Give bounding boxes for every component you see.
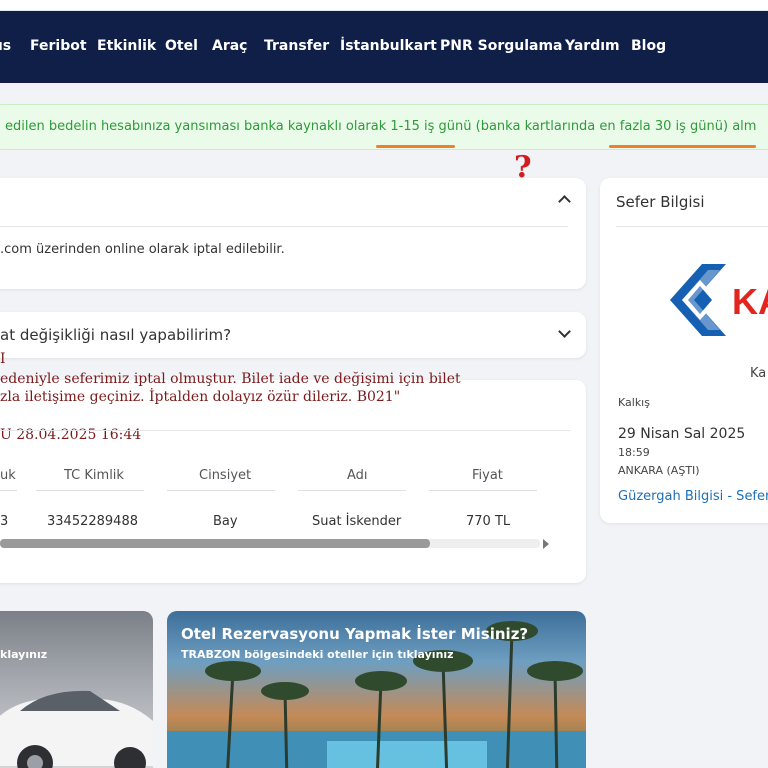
hotel-promo-subtitle: TRABZON bölgesindeki oteller için tıklay… — [181, 648, 454, 661]
faq-card-change[interactable]: at değişikliği nasıl yapabilirim? — [0, 312, 586, 358]
card-divider — [0, 226, 568, 227]
main-navbar: ıs Feribot Etkinlik Otel Araç Transfer İ… — [0, 11, 768, 83]
nav-item-blog[interactable]: Blog — [631, 38, 666, 54]
nav-item-feribot[interactable]: Feribot — [30, 38, 87, 54]
nav-item-arac[interactable]: Araç — [212, 38, 248, 54]
cancel-message-line: edeniyle seferimiz iptal olmuştur. Bilet… — [0, 371, 461, 387]
table-header-tc-kimlik: TC Kimlik — [64, 468, 124, 483]
departure-label: Kalkış — [618, 396, 650, 409]
car-image — [0, 690, 153, 768]
table-header-underline — [0, 490, 17, 491]
departure-time: 18:59 — [618, 446, 650, 459]
bus-company-logo: KA — [670, 264, 768, 336]
table-header-underline — [429, 490, 537, 491]
nav-item-partial[interactable]: ıs — [0, 38, 11, 54]
nav-item-yardim[interactable]: Yardım — [565, 38, 620, 54]
table-cell-cinsiyet: Bay — [213, 514, 238, 529]
faq-question-text: at değişikliği nasıl yapabilirim? — [0, 326, 232, 344]
car-rental-promo[interactable]: klayınız — [0, 611, 153, 768]
hotel-promo-title: Otel Rezervasyonu Yapmak İster Misiniz? — [181, 625, 529, 643]
bus-company-name: Ka — [750, 366, 767, 381]
trip-info-title: Sefer Bilgisi — [616, 193, 705, 211]
route-info-link[interactable]: Güzergah Bilgisi - Sefer — [618, 489, 768, 504]
table-header-adi: Adı — [347, 468, 368, 483]
car-promo-subtitle: klayınız — [0, 648, 48, 661]
faq-card-cancel: .com üzerinden online olarak iptal edile… — [0, 178, 586, 289]
cancel-message-line: zla iletişime geçiniz. İptalden dolayız … — [0, 389, 401, 405]
table-header-cinsiyet: Cinsiyet — [199, 468, 252, 483]
table-header-underline — [167, 490, 275, 491]
top-strip — [0, 0, 768, 11]
table-cell-fiyat: 770 TL — [466, 514, 511, 529]
table-divider — [0, 430, 570, 431]
table-header-fiyat: Fiyat — [472, 468, 503, 483]
highlight-underline — [376, 145, 455, 148]
trip-info-card: Sefer Bilgisi KA Ka Kalkış 29 Nisan Sal … — [600, 178, 768, 523]
nav-item-etkinlik[interactable]: Etkinlik — [97, 38, 156, 54]
table-scrollbar-thumb[interactable] — [0, 539, 430, 548]
departure-date: 29 Nisan Sal 2025 — [618, 426, 746, 442]
table-header-underline — [298, 490, 406, 491]
nav-item-istanbulkart[interactable]: İstanbulkart — [340, 38, 437, 54]
table-cell-adi: Suat İskender — [312, 514, 402, 529]
table-header-partial: uk — [0, 468, 16, 483]
scroll-right-arrow-icon[interactable] — [543, 539, 549, 549]
svg-text:KA: KA — [732, 281, 768, 322]
nav-item-otel[interactable]: Otel — [165, 38, 198, 54]
nav-item-pnr-sorgulama[interactable]: PNR Sorgulama — [440, 38, 563, 54]
departure-station: ANKARA (AŞTI) — [618, 464, 700, 477]
table-cell-partial: 3 — [0, 514, 9, 529]
faq-answer-text: .com üzerinden online olarak iptal edile… — [0, 242, 285, 257]
card-divider — [616, 226, 768, 227]
highlight-underline — [609, 145, 756, 148]
refund-notice-banner: edilen bedelin hesabınıza yansıması bank… — [0, 104, 768, 150]
cancel-message-fragment: I — [0, 351, 6, 367]
table-header-underline — [36, 490, 144, 491]
table-cell-tc-kimlik: 33452289488 — [47, 514, 138, 529]
nav-item-transfer[interactable]: Transfer — [264, 38, 329, 54]
hotel-reservation-promo[interactable]: Otel Rezervasyonu Yapmak İster Misiniz? … — [167, 611, 586, 768]
refund-notice-text: edilen bedelin hesabınıza yansıması bank… — [5, 119, 757, 134]
